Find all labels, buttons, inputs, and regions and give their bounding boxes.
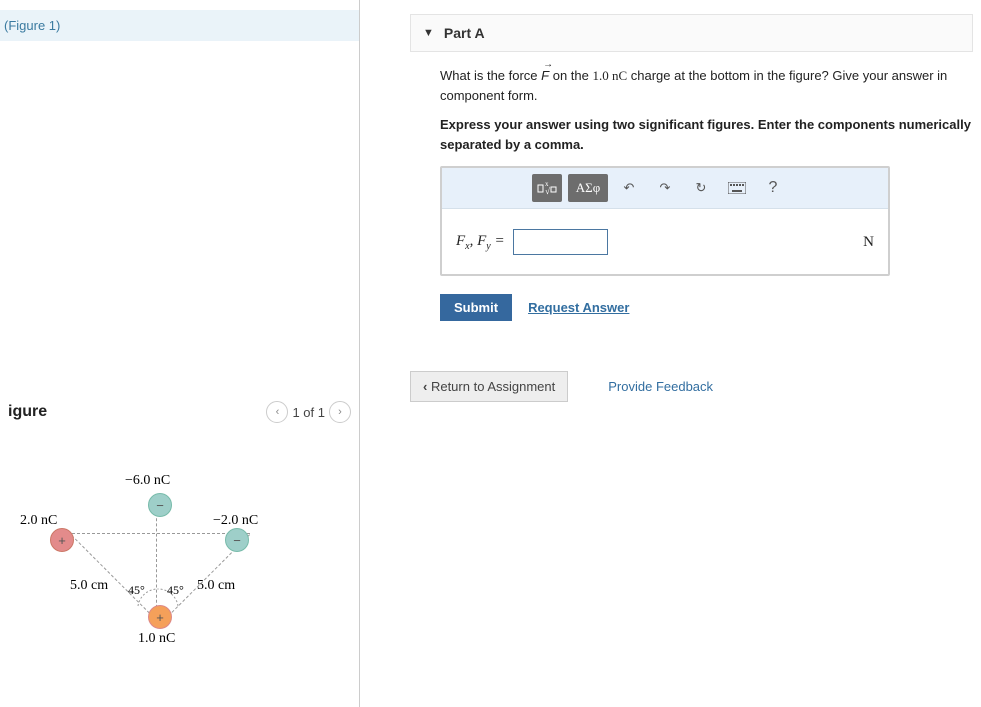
figure-section-title: igure	[8, 403, 47, 421]
bottom-charge: +	[148, 605, 172, 629]
figure-reference-link[interactable]: (Figure 1)	[0, 10, 359, 41]
return-to-assignment-button[interactable]: ‹ Return to Assignment	[410, 371, 568, 402]
right-distance-label: 5.0 cm	[197, 578, 235, 594]
top-charge: −	[148, 493, 172, 517]
svg-text:√: √	[545, 186, 550, 196]
left-panel: (Figure 1) igure ‹ 1 of 1 › − + − +	[0, 0, 360, 707]
collapse-caret-icon: ▼	[423, 27, 434, 39]
figure-next-button[interactable]: ›	[329, 401, 351, 423]
chevron-left-icon: ‹	[423, 379, 431, 394]
bottom-charge-label: 1.0 nC	[138, 631, 175, 647]
reset-button[interactable]: ↻	[686, 174, 716, 202]
figure-page-label: 1 of 1	[292, 405, 325, 420]
charge-diagram: − + − + −6.0 nC 2.0 nC −2.0 nC 1.0 nC 5.…	[20, 473, 320, 673]
equation-toolbar: x√ ΑΣφ ↶ ↷ ↻ ?	[442, 168, 888, 209]
answer-variable-label: Fx, Fy =	[456, 233, 505, 252]
submit-button[interactable]: Submit	[440, 294, 512, 321]
answer-box: x√ ΑΣφ ↶ ↷ ↻ ? Fx, Fy = N	[440, 166, 890, 276]
left-charge-label: 2.0 nC	[20, 513, 57, 529]
answer-instructions: Express your answer using two significan…	[440, 115, 973, 154]
figure-pager: ‹ 1 of 1 ›	[266, 401, 351, 423]
left-distance-label: 5.0 cm	[70, 578, 108, 594]
right-charge: −	[225, 528, 249, 552]
right-panel: ▼ Part A What is the force F on the 1.0 …	[360, 0, 981, 707]
right-charge-label: −2.0 nC	[213, 513, 258, 529]
part-a-header[interactable]: ▼ Part A	[410, 14, 973, 52]
question-text: What is the force F on the 1.0 nC charge…	[440, 66, 973, 105]
help-button[interactable]: ?	[758, 174, 788, 202]
provide-feedback-link[interactable]: Provide Feedback	[608, 379, 713, 394]
request-answer-link[interactable]: Request Answer	[528, 300, 629, 315]
right-angle-label: 45°	[167, 583, 184, 598]
top-charge-label: −6.0 nC	[125, 473, 170, 489]
undo-button[interactable]: ↶	[614, 174, 644, 202]
answer-unit: N	[863, 234, 874, 251]
figure-prev-button[interactable]: ‹	[266, 401, 288, 423]
templates-button[interactable]: x√	[532, 174, 562, 202]
answer-input[interactable]	[513, 229, 608, 255]
left-charge: +	[50, 528, 74, 552]
redo-button[interactable]: ↷	[650, 174, 680, 202]
keyboard-button[interactable]	[722, 174, 752, 202]
part-title: Part A	[444, 25, 485, 41]
left-angle-label: 45°	[128, 583, 145, 598]
greek-symbols-button[interactable]: ΑΣφ	[568, 174, 608, 202]
